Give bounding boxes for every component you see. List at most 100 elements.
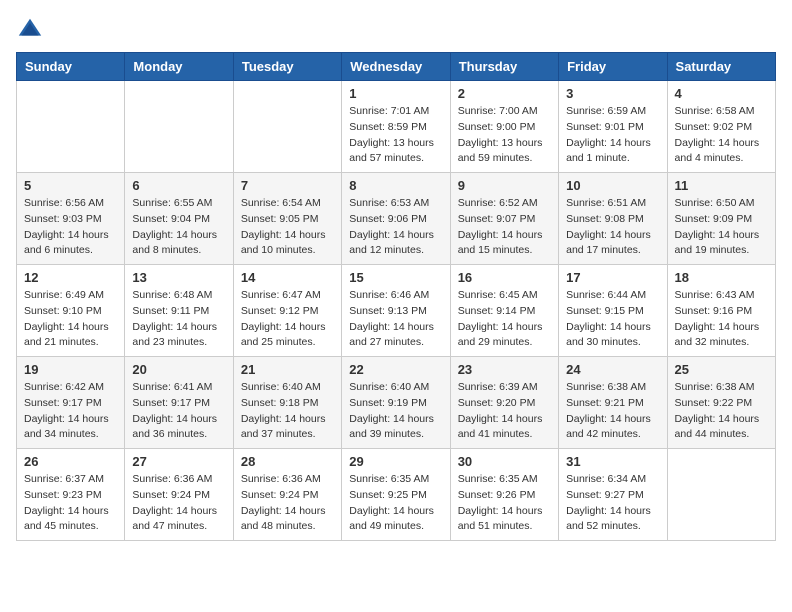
day-number: 26 — [24, 454, 117, 469]
calendar-cell: 5Sunrise: 6:56 AMSunset: 9:03 PMDaylight… — [17, 173, 125, 265]
day-number: 24 — [566, 362, 659, 377]
day-info: Sunrise: 6:40 AMSunset: 9:18 PMDaylight:… — [241, 380, 334, 443]
calendar-cell: 13 Sunrise: 6:48 AMSunset: 9:11 PMDayligh… — [125, 265, 233, 357]
day-number: 8 — [349, 178, 442, 193]
calendar-cell — [125, 81, 233, 173]
calendar-week-row: 19 Sunrise: 6:42 AMSunset: 9:17 PMDayligh… — [17, 357, 776, 449]
logo — [16, 16, 48, 44]
calendar-cell: 17Sunrise: 6:44 AMSunset: 9:15 PMDayligh… — [559, 265, 667, 357]
day-info: Sunrise: 6:35 AMSunset: 9:25 PMDaylight:… — [349, 472, 442, 535]
calendar-cell — [233, 81, 341, 173]
day-info: Sunrise: 6:46 AMSunset: 9:13 PMDaylight:… — [349, 288, 442, 351]
day-number: 31 — [566, 454, 659, 469]
calendar-cell: 30 Sunrise: 6:35 AMSunset: 9:26 PMDayligh… — [450, 449, 558, 541]
day-number: 7 — [241, 178, 334, 193]
day-info: Sunrise: 6:47 AMSunset: 9:12 PMDaylight:… — [241, 288, 334, 351]
calendar-cell: 10 Sunrise: 6:51 AMSunset: 9:08 PMDayligh… — [559, 173, 667, 265]
day-info: Sunrise: 6:40 AMSunset: 9:19 PMDaylight:… — [349, 380, 442, 443]
day-number: 21 — [241, 362, 334, 377]
day-info: Sunrise: 6:35 AMSunset: 9:26 PMDaylight:… — [458, 472, 551, 535]
day-info: Sunrise: 6:52 AMSunset: 9:07 PMDaylight:… — [458, 196, 551, 259]
day-info: Sunrise: 6:53 AMSunset: 9:06 PMDaylight:… — [349, 196, 442, 259]
day-info: Sunrise: 6:45 AMSunset: 9:14 PMDaylight:… — [458, 288, 551, 351]
day-info: Sunrise: 6:42 AMSunset: 9:17 PMDaylight:… — [24, 380, 117, 443]
day-info: Sunrise: 6:36 AMSunset: 9:24 PMDaylight:… — [132, 472, 225, 535]
calendar-cell — [667, 449, 775, 541]
logo-icon — [16, 16, 44, 44]
day-number: 13 — [132, 270, 225, 285]
day-number: 1 — [349, 86, 442, 101]
calendar-cell: 20 Sunrise: 6:41 AMSunset: 9:17 PMDayligh… — [125, 357, 233, 449]
calendar-cell: 4 Sunrise: 6:58 AMSunset: 9:02 PMDaylight… — [667, 81, 775, 173]
calendar-cell: 25 Sunrise: 6:38 AMSunset: 9:22 PMDayligh… — [667, 357, 775, 449]
calendar-cell: 1Sunrise: 7:01 AMSunset: 8:59 PMDaylight… — [342, 81, 450, 173]
day-number: 15 — [349, 270, 442, 285]
day-info: Sunrise: 6:48 AMSunset: 9:11 PMDaylight:… — [132, 288, 225, 351]
calendar-cell: 19 Sunrise: 6:42 AMSunset: 9:17 PMDayligh… — [17, 357, 125, 449]
calendar-cell: 2Sunrise: 7:00 AMSunset: 9:00 PMDaylight… — [450, 81, 558, 173]
day-info: Sunrise: 6:39 AMSunset: 9:20 PMDaylight:… — [458, 380, 551, 443]
day-number: 3 — [566, 86, 659, 101]
day-info: Sunrise: 6:38 AMSunset: 9:21 PMDaylight:… — [566, 380, 659, 443]
weekday-header-sunday: Sunday — [17, 53, 125, 81]
page-header — [16, 16, 776, 44]
calendar-cell: 8 Sunrise: 6:53 AMSunset: 9:06 PMDaylight… — [342, 173, 450, 265]
calendar-cell: 16 Sunrise: 6:45 AMSunset: 9:14 PMDayligh… — [450, 265, 558, 357]
day-info: Sunrise: 6:38 AMSunset: 9:22 PMDaylight:… — [675, 380, 768, 443]
calendar-cell: 7 Sunrise: 6:54 AMSunset: 9:05 PMDaylight… — [233, 173, 341, 265]
weekday-header-saturday: Saturday — [667, 53, 775, 81]
calendar-cell: 26 Sunrise: 6:37 AMSunset: 9:23 PMDayligh… — [17, 449, 125, 541]
day-info: Sunrise: 6:49 AMSunset: 9:10 PMDaylight:… — [24, 288, 117, 351]
calendar-cell: 6 Sunrise: 6:55 AMSunset: 9:04 PMDaylight… — [125, 173, 233, 265]
calendar-table: SundayMondayTuesdayWednesdayThursdayFrid… — [16, 52, 776, 541]
day-info: Sunrise: 6:55 AMSunset: 9:04 PMDaylight:… — [132, 196, 225, 259]
day-info: Sunrise: 6:36 AMSunset: 9:24 PMDaylight:… — [241, 472, 334, 535]
calendar-cell: 3 Sunrise: 6:59 AMSunset: 9:01 PMDaylight… — [559, 81, 667, 173]
day-number: 18 — [675, 270, 768, 285]
weekday-header-tuesday: Tuesday — [233, 53, 341, 81]
calendar-cell: 22Sunrise: 6:40 AMSunset: 9:19 PMDayligh… — [342, 357, 450, 449]
day-number: 6 — [132, 178, 225, 193]
calendar-cell: 21 Sunrise: 6:40 AMSunset: 9:18 PMDayligh… — [233, 357, 341, 449]
day-info: Sunrise: 6:44 AMSunset: 9:15 PMDaylight:… — [566, 288, 659, 351]
day-number: 12 — [24, 270, 117, 285]
day-number: 10 — [566, 178, 659, 193]
day-info: Sunrise: 7:00 AMSunset: 9:00 PMDaylight:… — [458, 104, 551, 167]
weekday-header-monday: Monday — [125, 53, 233, 81]
day-number: 19 — [24, 362, 117, 377]
calendar-cell: 24 Sunrise: 6:38 AMSunset: 9:21 PMDayligh… — [559, 357, 667, 449]
weekday-header-thursday: Thursday — [450, 53, 558, 81]
day-number: 30 — [458, 454, 551, 469]
day-info: Sunrise: 6:56 AMSunset: 9:03 PMDaylight:… — [24, 196, 117, 259]
calendar-week-row: 5Sunrise: 6:56 AMSunset: 9:03 PMDaylight… — [17, 173, 776, 265]
day-info: Sunrise: 6:54 AMSunset: 9:05 PMDaylight:… — [241, 196, 334, 259]
day-info: Sunrise: 6:51 AMSunset: 9:08 PMDaylight:… — [566, 196, 659, 259]
calendar-cell — [17, 81, 125, 173]
calendar-cell: 29 Sunrise: 6:35 AMSunset: 9:25 PMDayligh… — [342, 449, 450, 541]
day-number: 28 — [241, 454, 334, 469]
day-info: Sunrise: 6:43 AMSunset: 9:16 PMDaylight:… — [675, 288, 768, 351]
day-number: 27 — [132, 454, 225, 469]
day-info: Sunrise: 6:58 AMSunset: 9:02 PMDaylight:… — [675, 104, 768, 167]
day-number: 20 — [132, 362, 225, 377]
weekday-header-wednesday: Wednesday — [342, 53, 450, 81]
weekday-header-row: SundayMondayTuesdayWednesdayThursdayFrid… — [17, 53, 776, 81]
day-number: 4 — [675, 86, 768, 101]
calendar-cell: 18 Sunrise: 6:43 AMSunset: 9:16 PMDayligh… — [667, 265, 775, 357]
day-info: Sunrise: 6:50 AMSunset: 9:09 PMDaylight:… — [675, 196, 768, 259]
weekday-header-friday: Friday — [559, 53, 667, 81]
day-number: 23 — [458, 362, 551, 377]
day-number: 29 — [349, 454, 442, 469]
day-number: 14 — [241, 270, 334, 285]
calendar-cell: 12 Sunrise: 6:49 AMSunset: 9:10 PMDayligh… — [17, 265, 125, 357]
calendar-week-row: 1Sunrise: 7:01 AMSunset: 8:59 PMDaylight… — [17, 81, 776, 173]
calendar-cell: 11Sunrise: 6:50 AMSunset: 9:09 PMDayligh… — [667, 173, 775, 265]
day-info: Sunrise: 6:59 AMSunset: 9:01 PMDaylight:… — [566, 104, 659, 167]
day-info: Sunrise: 6:41 AMSunset: 9:17 PMDaylight:… — [132, 380, 225, 443]
calendar-cell: 31Sunrise: 6:34 AMSunset: 9:27 PMDayligh… — [559, 449, 667, 541]
day-number: 25 — [675, 362, 768, 377]
day-info: Sunrise: 6:37 AMSunset: 9:23 PMDaylight:… — [24, 472, 117, 535]
day-number: 16 — [458, 270, 551, 285]
calendar-week-row: 26 Sunrise: 6:37 AMSunset: 9:23 PMDayligh… — [17, 449, 776, 541]
calendar-week-row: 12 Sunrise: 6:49 AMSunset: 9:10 PMDayligh… — [17, 265, 776, 357]
